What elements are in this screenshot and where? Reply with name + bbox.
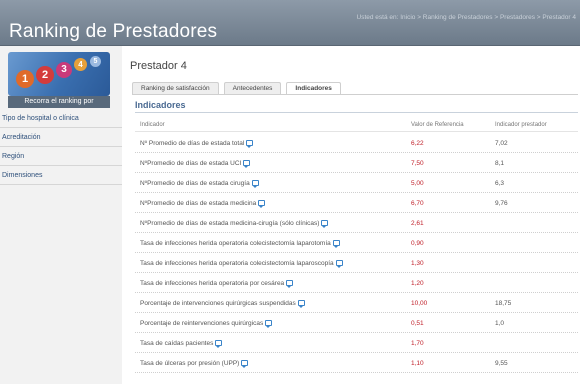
- column-header-prestador: Indicador prestador: [495, 122, 547, 128]
- sidebar-item-dimensiones[interactable]: Dimensiones: [0, 166, 122, 185]
- tab-divider: [132, 94, 578, 95]
- indicator-name: Porcentaje de intervenciones quirúrgicas…: [140, 300, 305, 308]
- info-tooltip-icon[interactable]: [241, 360, 249, 368]
- indicator-label: Tasa de infecciones herida operatoria po…: [140, 280, 285, 287]
- provider-value: 7,02: [495, 140, 508, 147]
- indicator-name: Porcentaje de reintervenciones quirúrgic…: [140, 320, 273, 328]
- main-content: Prestador 4 Ranking de satisfacción Ante…: [122, 46, 580, 384]
- indicator-label: NºPromedio de días de estada UCI: [140, 160, 242, 167]
- column-header-indicador: Indicador: [140, 122, 165, 128]
- table-row: Tasa de infecciones herida operatoria po…: [135, 273, 578, 293]
- reference-value: 5,00: [411, 180, 424, 187]
- indicator-label: Porcentaje de reintervenciones quirúrgic…: [140, 320, 264, 327]
- provider-value: 6,3: [495, 180, 505, 187]
- site-title: Ranking de Prestadores: [9, 21, 218, 42]
- indicators-table: Nº Promedio de días de estada total 6,22 7…: [135, 133, 578, 373]
- reference-value: 1,20: [411, 280, 424, 287]
- info-tooltip-icon[interactable]: [215, 340, 223, 348]
- banner-ball-5: 5: [90, 56, 101, 67]
- table-row: Tasa de infecciones herida operatoria co…: [135, 253, 578, 273]
- table-row: Nº Promedio de días de estada total 6,22 7…: [135, 133, 578, 153]
- indicator-name: Nº Promedio de días de estada total: [140, 140, 254, 148]
- info-tooltip-icon[interactable]: [286, 280, 294, 288]
- provider-value: 8,1: [495, 160, 505, 167]
- info-tooltip-icon[interactable]: [243, 160, 251, 168]
- table-row: Porcentaje de reintervenciones quirúrgic…: [135, 313, 578, 333]
- section-title: Indicadores: [135, 100, 186, 110]
- indicator-name: NºPromedio de días de estada cirugía: [140, 180, 259, 188]
- banner-ball-2: 2: [36, 66, 54, 84]
- indicator-name: Tasa de caídas pacientes: [140, 340, 223, 348]
- provider-value: 9,55: [495, 360, 508, 367]
- info-tooltip-icon[interactable]: [321, 220, 329, 228]
- table-header: Indicador Valor de Referencia Indicador …: [135, 120, 578, 132]
- column-header-referencia: Valor de Referencia: [411, 122, 464, 128]
- indicator-label: NºPromedio de días de estada medicina-ci…: [140, 220, 320, 227]
- sidebar: 1 2 3 4 5 Recorra el ranking por Tipo de…: [0, 46, 122, 384]
- page-title: Prestador 4: [130, 60, 187, 72]
- reference-value: 1,70: [411, 340, 424, 347]
- provider-value: 18,75: [495, 300, 512, 307]
- reference-value: 2,61: [411, 220, 424, 227]
- info-tooltip-icon[interactable]: [246, 140, 254, 148]
- ranking-banner-image: 1 2 3 4 5: [8, 52, 110, 96]
- indicator-label: Nº Promedio de días de estada total: [140, 140, 245, 147]
- reference-value: 10,00: [411, 300, 428, 307]
- sidebar-heading: Recorra el ranking por: [8, 96, 110, 108]
- reference-value: 0,90: [411, 240, 424, 247]
- reference-value: 7,50: [411, 160, 424, 167]
- info-tooltip-icon[interactable]: [265, 320, 273, 328]
- banner-ball-1: 1: [16, 70, 34, 88]
- indicator-name: Tasa de infecciones herida operatoria po…: [140, 280, 294, 288]
- table-row: NºPromedio de días de estada medicina 6,7…: [135, 193, 578, 213]
- info-tooltip-icon[interactable]: [335, 260, 343, 268]
- table-row: Porcentaje de intervenciones quirúrgicas…: [135, 293, 578, 313]
- indicator-label: Tasa de infecciones herida operatoria co…: [140, 240, 331, 247]
- reference-value: 0,51: [411, 320, 424, 327]
- top-header: Ranking de Prestadores Usted está en: In…: [0, 0, 580, 46]
- provider-value: 1,0: [495, 320, 505, 327]
- indicator-label: NºPromedio de días de estada medicina: [140, 200, 257, 207]
- indicator-name: NºPromedio de días de estada medicina: [140, 200, 266, 208]
- indicator-name: Tasa de úlceras por presión (UPP): [140, 360, 249, 368]
- indicator-name: NºPromedio de días de estada medicina-ci…: [140, 220, 329, 228]
- banner-ball-3: 3: [56, 62, 72, 78]
- sidebar-nav: Tipo de hospital o clínica Acreditación …: [0, 109, 122, 185]
- table-row: Tasa de caídas pacientes 1,70: [135, 333, 578, 353]
- sidebar-item-acreditacion[interactable]: Acreditación: [0, 128, 122, 147]
- info-tooltip-icon[interactable]: [258, 200, 266, 208]
- reference-value: 6,70: [411, 200, 424, 207]
- breadcrumb[interactable]: Usted está en: Inicio > Ranking de Prest…: [357, 14, 577, 21]
- indicator-name: Tasa de infecciones herida operatoria co…: [140, 260, 343, 268]
- provider-value: 9,76: [495, 200, 508, 207]
- table-row: NºPromedio de días de estada UCI 7,50 8,1: [135, 153, 578, 173]
- banner-ball-4: 4: [74, 58, 87, 71]
- section-divider: [135, 112, 578, 113]
- reference-value: 6,22: [411, 140, 424, 147]
- indicator-label: Tasa de úlceras por presión (UPP): [140, 360, 240, 367]
- reference-value: 1,30: [411, 260, 424, 267]
- indicator-name: NºPromedio de días de estada UCI: [140, 160, 251, 168]
- info-tooltip-icon[interactable]: [251, 180, 259, 188]
- info-tooltip-icon[interactable]: [297, 300, 305, 308]
- indicator-label: Tasa de caídas pacientes: [140, 340, 214, 347]
- sidebar-item-region[interactable]: Región: [0, 147, 122, 166]
- indicator-label: Tasa de infecciones herida operatoria co…: [140, 260, 334, 267]
- reference-value: 1,10: [411, 360, 424, 367]
- table-row: Tasa de úlceras por presión (UPP) 1,10 9,5…: [135, 353, 578, 373]
- indicator-name: Tasa de infecciones herida operatoria co…: [140, 240, 340, 248]
- table-row: Tasa de infecciones herida operatoria co…: [135, 233, 578, 253]
- table-row: NºPromedio de días de estada medicina-ci…: [135, 213, 578, 233]
- table-row: NºPromedio de días de estada cirugía 5,00…: [135, 173, 578, 193]
- info-tooltip-icon[interactable]: [332, 240, 340, 248]
- sidebar-item-tipo-hospital[interactable]: Tipo de hospital o clínica: [0, 109, 122, 128]
- indicator-label: Porcentaje de intervenciones quirúrgicas…: [140, 300, 296, 307]
- indicator-label: NºPromedio de días de estada cirugía: [140, 180, 250, 187]
